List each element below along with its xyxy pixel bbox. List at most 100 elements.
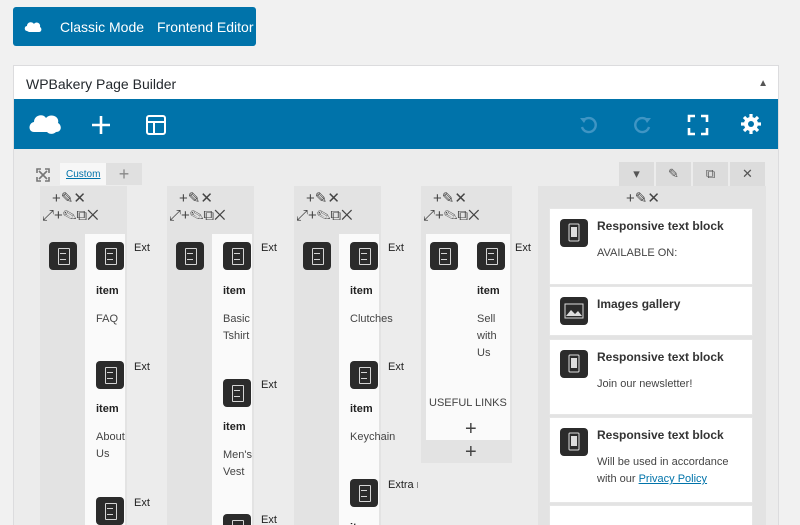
- menu-list-label: Extra menu list: [388, 479, 418, 491]
- column-controls[interactable]: +✎✕: [179, 189, 213, 207]
- row-drag-handle-icon[interactable]: [36, 168, 50, 182]
- section-icon[interactable]: [176, 242, 204, 270]
- undo-icon[interactable]: [578, 115, 598, 135]
- element-card[interactable]: Images gallery: [549, 286, 753, 336]
- menu-list-label: Extra menu list: [515, 242, 531, 254]
- element-title: Images gallery: [597, 297, 681, 311]
- item-label: item: [223, 285, 246, 297]
- responsive-text-icon: [560, 219, 588, 247]
- row-tab-custom[interactable]: Custom: [60, 163, 106, 185]
- add-row-tab-button[interactable]: +: [106, 163, 142, 185]
- responsive-text-icon: [560, 350, 588, 378]
- section-icon[interactable]: [430, 242, 458, 270]
- item-label: item: [223, 421, 246, 433]
- fullscreen-icon[interactable]: [687, 114, 709, 136]
- item-label: item: [96, 285, 119, 297]
- menu-list-label: Extra menu list: [134, 242, 150, 254]
- add-element-button[interactable]: +: [465, 418, 477, 441]
- item-label: item: [96, 403, 119, 415]
- menu-link-text: Sell: [477, 313, 496, 325]
- menu-link-text: Men's: [223, 449, 252, 461]
- menu-list-icon[interactable]: [477, 242, 505, 270]
- menu-list-icon[interactable]: [223, 379, 251, 407]
- element-text: Will be used in accordance with our Priv…: [597, 454, 747, 488]
- column-1: +✎✕ ⤢+✎⧉✕ Extra menu list item FAQ Extra…: [40, 186, 150, 525]
- chevron-down-icon: ▾: [633, 166, 640, 181]
- menu-list-icon[interactable]: [223, 514, 251, 525]
- builder-canvas: Custom + ▾ ✎ ⧉ ✕ +✎✕ ⤢+✎⧉✕ Extra menu li…: [14, 149, 778, 525]
- add-element-icon[interactable]: [90, 114, 112, 136]
- privacy-policy-link[interactable]: Privacy Policy: [639, 473, 707, 485]
- templates-icon[interactable]: [145, 114, 167, 136]
- menu-list-label: Extra menu list: [261, 379, 277, 391]
- frontend-editor-button[interactable]: Frontend Editor: [157, 19, 254, 35]
- column-3: +✎✕ ⤢+✎⧉✕ Extra menu list item Clutches …: [294, 186, 418, 525]
- column-controls[interactable]: +✎✕: [626, 189, 660, 207]
- column-2: +✎✕ ⤢+✎⧉✕ Extra menu list item Basic Tsh…: [167, 186, 277, 525]
- menu-link-text: Vest: [223, 466, 245, 478]
- menu-link-text: with: [477, 330, 497, 342]
- menu-list-label: Extra menu list: [134, 361, 150, 373]
- page-builder-panel: WPBakery Page Builder ▲ Custom + ▾ ✎ ⧉ ✕…: [13, 65, 779, 525]
- pencil-icon: ✎: [668, 166, 679, 181]
- section-tools[interactable]: ⤢+✎⧉✕: [423, 207, 480, 224]
- clone-icon: ⧉: [705, 166, 716, 181]
- element-card[interactable]: [549, 505, 753, 525]
- menu-list-icon[interactable]: [350, 479, 378, 507]
- collapse-toggle-icon[interactable]: ▲: [758, 78, 768, 89]
- menu-list-icon[interactable]: [350, 242, 378, 270]
- section-tools[interactable]: ⤢+✎⧉✕: [42, 207, 99, 224]
- menu-list-icon[interactable]: [96, 361, 124, 389]
- settings-icon[interactable]: [740, 113, 762, 135]
- row-edit-button[interactable]: ✎: [656, 162, 691, 186]
- menu-link-text: About: [96, 431, 125, 443]
- menu-link-text: Us: [477, 347, 491, 359]
- menu-list-label: Extra menu list: [134, 497, 150, 509]
- menu-list-label: Extra menu list: [388, 242, 404, 254]
- redo-icon[interactable]: [633, 115, 653, 135]
- element-title: Responsive text block: [597, 350, 724, 364]
- column-controls[interactable]: +✎✕: [52, 189, 86, 207]
- section-tools[interactable]: ⤢+✎⧉✕: [169, 207, 226, 224]
- menu-list-icon[interactable]: [96, 242, 124, 270]
- menu-link-text: Us: [96, 448, 110, 460]
- row-delete-button[interactable]: ✕: [730, 162, 765, 186]
- text-block-content: USEFUL LINKS: [429, 397, 507, 409]
- menu-list-label: Extra menu list: [261, 514, 277, 525]
- wpbakery-logo-icon[interactable]: [27, 109, 63, 137]
- menu-list-label: Extra menu list: [388, 361, 404, 373]
- element-text: AVAILABLE ON:: [597, 247, 678, 259]
- element-card[interactable]: Responsive text block AVAILABLE ON:: [549, 208, 753, 285]
- element-text: Join our newsletter!: [597, 378, 693, 390]
- row-dropdown-button[interactable]: ▾: [619, 162, 654, 186]
- responsive-text-icon: [560, 428, 588, 456]
- builder-toolbar: [14, 99, 778, 149]
- row-clone-button[interactable]: ⧉: [693, 162, 728, 186]
- row-tab-label: Custom: [66, 169, 101, 180]
- panel-title: WPBakery Page Builder: [26, 76, 177, 92]
- image-gallery-icon: [560, 297, 588, 325]
- add-element-button[interactable]: +: [465, 441, 477, 464]
- menu-link-text: Tshirt: [223, 330, 250, 342]
- column-controls[interactable]: +✎✕: [433, 189, 467, 207]
- menu-list-icon[interactable]: [350, 361, 378, 389]
- close-icon: ✕: [742, 166, 753, 181]
- section-icon[interactable]: [49, 242, 77, 270]
- element-card[interactable]: Responsive text block Will be used in ac…: [549, 417, 753, 503]
- element-title: Responsive text block: [597, 219, 724, 233]
- section-tools[interactable]: ⤢+✎⧉✕: [296, 207, 353, 224]
- item-label: item: [477, 285, 500, 297]
- menu-list-icon[interactable]: [223, 242, 251, 270]
- menu-link-text: Keychain: [350, 431, 396, 443]
- section-icon[interactable]: [303, 242, 331, 270]
- element-card[interactable]: Responsive text block Join our newslette…: [549, 339, 753, 415]
- menu-list-icon[interactable]: [96, 497, 124, 525]
- editor-mode-bar: Classic Mode Frontend Editor: [13, 7, 256, 46]
- column-controls[interactable]: +✎✕: [306, 189, 340, 207]
- menu-link-text: Basic: [223, 313, 250, 325]
- menu-link-text: FAQ: [96, 313, 119, 325]
- wpbakery-logo-icon[interactable]: [23, 17, 43, 37]
- column-4: +✎✕ ⤢+✎⧉✕ Extra menu list item Sell with…: [421, 186, 531, 464]
- menu-list-label: Extra menu list: [261, 242, 277, 254]
- classic-mode-button[interactable]: Classic Mode: [60, 19, 144, 35]
